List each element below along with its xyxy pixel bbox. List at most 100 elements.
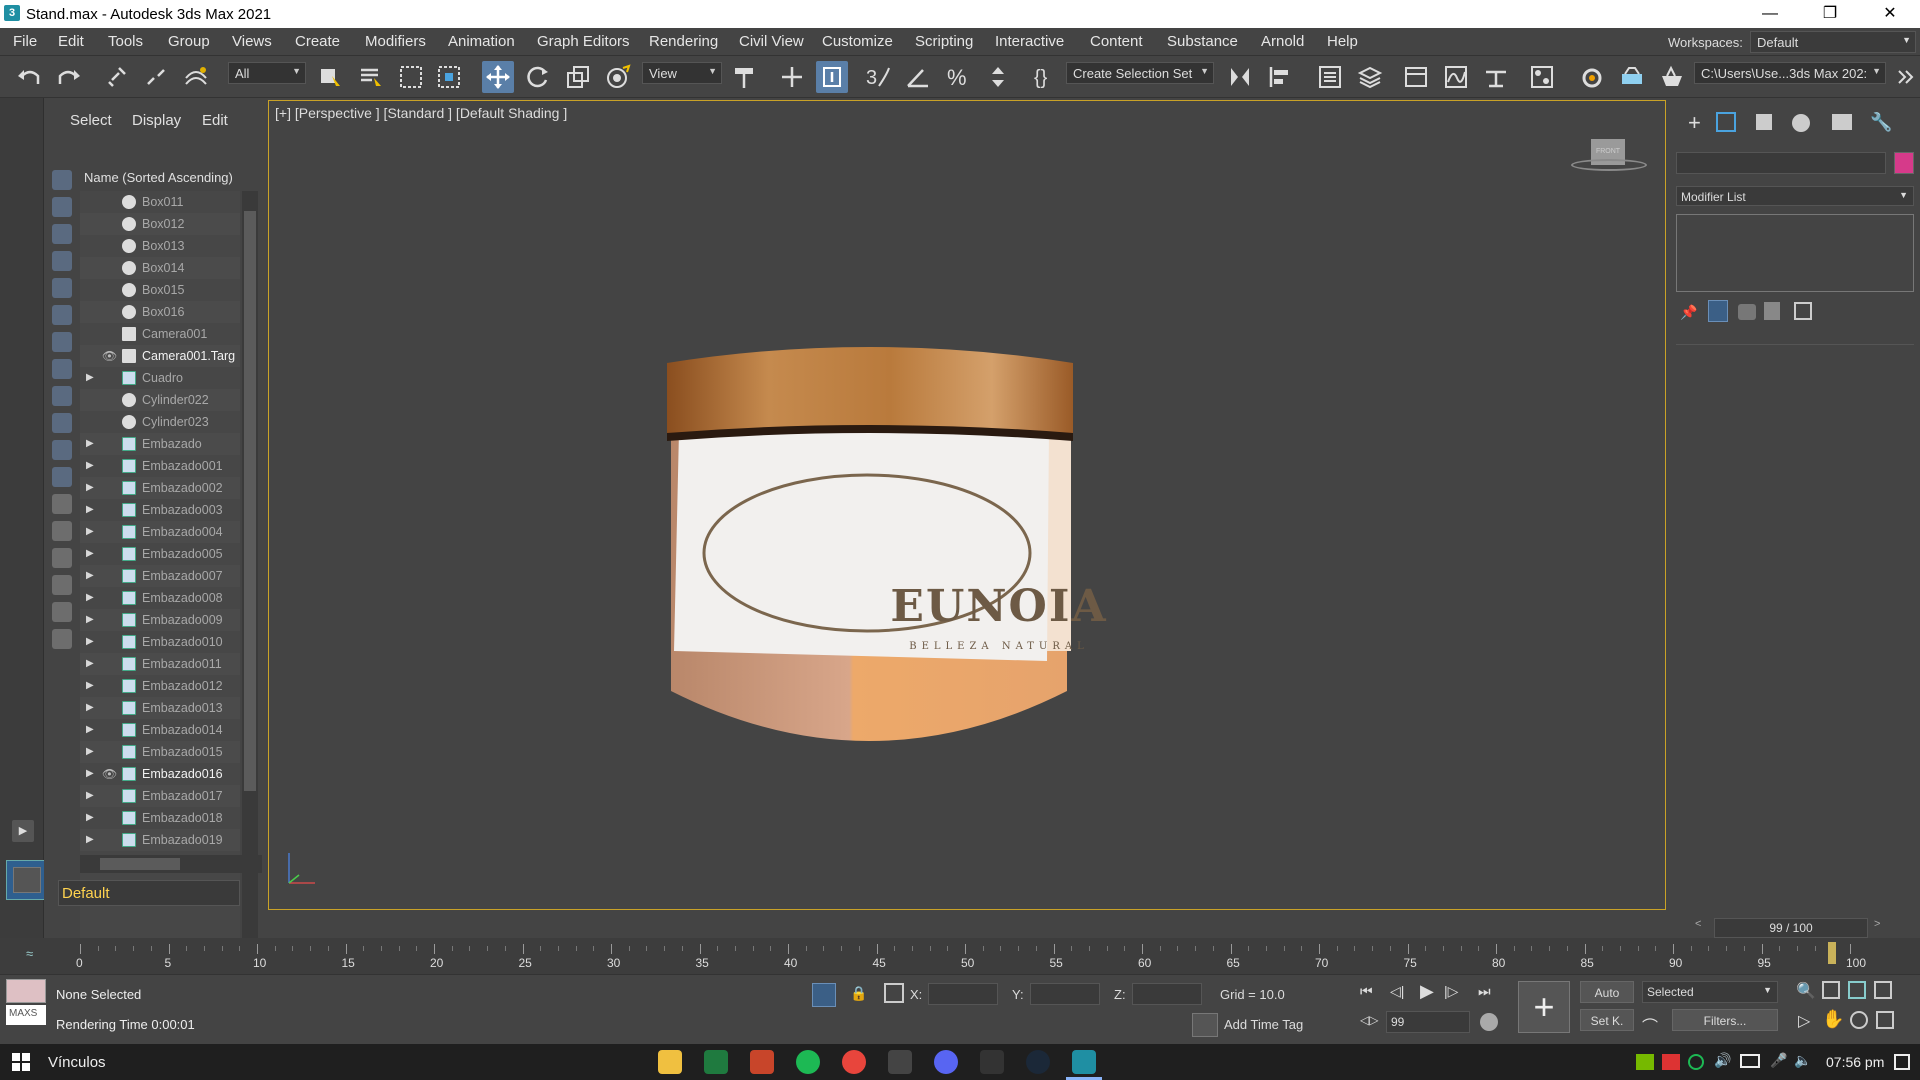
epic-icon[interactable] [888, 1050, 912, 1074]
menu-graph-editors[interactable]: Graph Editors [537, 33, 630, 50]
show-end-result-icon[interactable] [1708, 300, 1728, 322]
expand-arrow-icon[interactable]: ▶ [86, 790, 94, 801]
object-name[interactable]: Embazado009 [142, 613, 223, 627]
utilities-tab-icon[interactable]: 🔧 [1870, 112, 1892, 133]
expand-arrow-icon[interactable]: ▶ [86, 438, 94, 449]
key-tangent-icon[interactable]: ⌒ [1642, 1013, 1668, 1036]
configure-modifier-sets-icon[interactable] [1794, 302, 1812, 320]
object-name[interactable]: Box011 [142, 195, 183, 209]
key-filter-dropdown[interactable]: Selected ▼ [1642, 981, 1778, 1003]
speaker-tray-icon[interactable]: 🔈 [1794, 1052, 1811, 1069]
set-key-big-button[interactable]: + [1518, 981, 1570, 1033]
selection-filter-dropdown[interactable]: All [228, 62, 306, 84]
pivot-center-icon[interactable] [728, 61, 760, 93]
pan-view-icon[interactable]: ✋ [1822, 1009, 1844, 1030]
scene-object-row[interactable]: ▶ Cuadro [80, 367, 240, 389]
viewcube[interactable]: FRONT [1571, 127, 1651, 177]
object-name[interactable]: Embazado007 [142, 569, 223, 583]
tray-spotify-icon[interactable] [1688, 1054, 1704, 1070]
scene-object-row[interactable]: Box013 [80, 235, 240, 257]
scene-object-row[interactable]: ▶ Embazado017 [80, 785, 240, 807]
scene-object-row[interactable]: Cylinder023 [80, 411, 240, 433]
object-name[interactable]: Embazado [142, 437, 202, 451]
object-name[interactable]: Box016 [142, 305, 184, 319]
modifier-list-dropdown[interactable]: Modifier List ▼ [1676, 186, 1914, 206]
object-name[interactable]: Cylinder023 [142, 415, 209, 429]
object-name[interactable]: Embazado010 [142, 635, 223, 649]
scene-object-row[interactable]: ▶ Embazado004 [80, 521, 240, 543]
object-name[interactable]: Box014 [142, 261, 184, 275]
display-tray-icon[interactable] [1740, 1054, 1760, 1068]
time-config-icon[interactable] [1480, 1013, 1498, 1031]
material-editor-icon[interactable] [1526, 61, 1558, 93]
make-unique-icon[interactable] [1738, 304, 1756, 320]
maxscript-listener-box[interactable] [6, 979, 46, 1003]
expand-arrow-icon[interactable]: ▶ [86, 548, 94, 559]
object-name[interactable]: Box012 [142, 217, 184, 231]
expand-arrow-icon[interactable]: ▶ [86, 724, 94, 735]
expand-arrow-icon[interactable]: ▶ [86, 812, 94, 823]
system-clock[interactable]: 07:56 pm [1826, 1054, 1884, 1070]
menu-create[interactable]: Create [295, 33, 340, 50]
go-to-end-icon[interactable]: ⏭ [1478, 983, 1491, 1000]
filter-funnel-icon[interactable] [52, 575, 72, 595]
notifications-icon[interactable] [1894, 1054, 1910, 1070]
hierarchy-tab-icon[interactable] [1756, 114, 1772, 130]
current-layer-field[interactable]: Default [58, 880, 240, 906]
scene-object-row[interactable]: ▶ Embazado007 [80, 565, 240, 587]
object-name[interactable]: Box015 [142, 283, 184, 297]
filter-cameras-icon[interactable] [52, 251, 72, 271]
scene-object-row[interactable]: ▶ Embazado003 [80, 499, 240, 521]
keyboard-shortcut-toggle-icon[interactable] [816, 61, 848, 93]
scene-object-row[interactable]: ▶ Embazado002 [80, 477, 240, 499]
time-slider[interactable]: 99 / 100 [1714, 918, 1868, 938]
select-rotate-icon[interactable] [522, 61, 554, 93]
maxscript-mini-listener[interactable]: MAXS [6, 1005, 46, 1025]
object-name[interactable]: Camera001 [142, 327, 207, 341]
minimize-button[interactable]: — [1740, 0, 1800, 28]
volume-tray-icon[interactable]: 🔊 [1714, 1052, 1731, 1069]
scene-object-row[interactable]: Box012 [80, 213, 240, 235]
bind-spacewarp-icon[interactable] [180, 61, 212, 93]
menu-civil-view[interactable]: Civil View [739, 33, 804, 50]
filter-groups-icon[interactable] [52, 332, 72, 352]
menu-help[interactable]: Help [1327, 33, 1358, 50]
expand-arrow-icon[interactable]: ▶ [86, 482, 94, 493]
object-name[interactable]: Embazado014 [142, 723, 223, 737]
next-frame-icon[interactable]: |▷ [1444, 983, 1458, 1000]
remove-modifier-icon[interactable] [1764, 302, 1780, 320]
absolute-mode-icon[interactable] [884, 983, 904, 1003]
microphone-tray-icon[interactable]: 🎤 [1770, 1052, 1787, 1069]
menu-substance[interactable]: Substance [1167, 33, 1238, 50]
go-to-start-icon[interactable]: ⏮ [1360, 983, 1373, 1000]
object-name[interactable]: Embazado008 [142, 591, 223, 605]
excel-icon[interactable] [704, 1050, 728, 1074]
menu-interactive[interactable]: Interactive [995, 33, 1064, 50]
render-production-icon[interactable] [1656, 61, 1688, 93]
ribbon-toggle-icon[interactable] [1400, 61, 1432, 93]
scene-object-row[interactable]: Camera001 [80, 323, 240, 345]
object-name[interactable]: Embazado003 [142, 503, 223, 517]
set-key-button[interactable]: Set K. [1580, 1009, 1634, 1031]
render-setup-icon[interactable] [1576, 61, 1608, 93]
previous-frame-icon[interactable]: ◁| [1390, 983, 1404, 1000]
scene-object-row[interactable]: Box015 [80, 279, 240, 301]
menu-rendering[interactable]: Rendering [649, 33, 718, 50]
object-name[interactable]: Embazado017 [142, 789, 223, 803]
ref-coord-dropdown[interactable]: View [642, 62, 722, 84]
scene-object-row[interactable]: ▶ Embazado008 [80, 587, 240, 609]
taskbar-search[interactable]: Vínculos [48, 1054, 106, 1071]
object-name[interactable]: Box013 [142, 239, 184, 253]
scene-object-row[interactable]: ▶ Embazado001 [80, 455, 240, 477]
object-name[interactable]: Cylinder022 [142, 393, 209, 407]
menu-arnold[interactable]: Arnold [1261, 33, 1304, 50]
isolate-selection-icon[interactable] [812, 983, 836, 1007]
select-object-icon[interactable] [315, 61, 347, 93]
project-folder-dropdown[interactable]: C:\Users\Use...3ds Max 202: [1694, 62, 1886, 84]
expand-arrow-icon[interactable]: ▶ [86, 658, 94, 669]
scene-object-row[interactable]: 👁 Camera001.Targ [80, 345, 240, 367]
explorer-column-header[interactable]: Name (Sorted Ascending) [84, 170, 233, 185]
explorer-vertical-scrollbar[interactable] [242, 191, 258, 951]
layer-explorer-icon[interactable] [1354, 61, 1386, 93]
expand-arrow-icon[interactable]: ▶ [86, 768, 94, 779]
